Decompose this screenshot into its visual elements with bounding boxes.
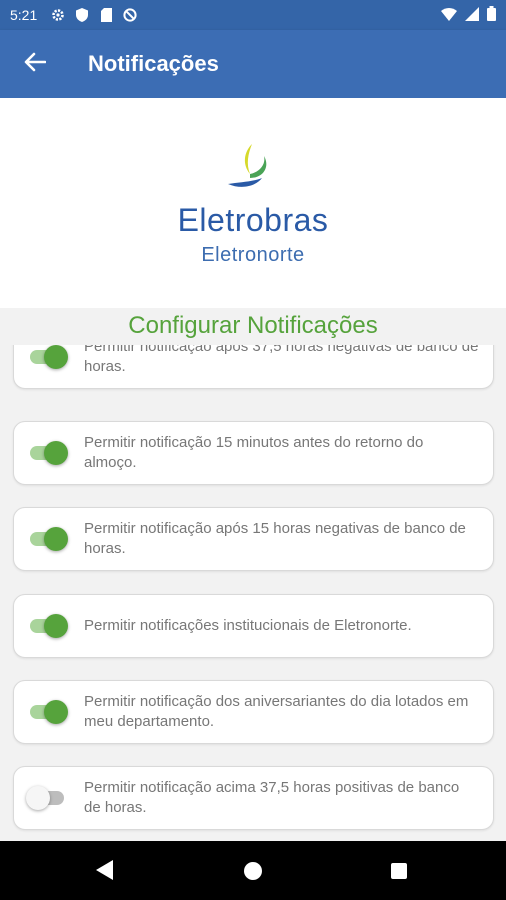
logo-area: Eletrobras Eletronorte [0, 98, 506, 308]
status-time: 5:21 [10, 7, 38, 23]
notification-card: Permitir notificação após 15 horas negat… [13, 507, 494, 571]
status-bar: 5:21 [0, 0, 506, 30]
home-circle-icon[interactable] [244, 862, 262, 880]
notification-label: Permitir notificação após 37,5 horas neg… [84, 345, 479, 375]
sd-card-icon [99, 8, 113, 22]
wifi-icon [441, 7, 457, 24]
notification-label: Permitir notificação após 15 horas negat… [84, 520, 466, 557]
notification-toggle[interactable] [28, 614, 68, 638]
notification-label: Permitir notificações institucionais de … [84, 617, 412, 634]
notification-toggle[interactable] [28, 527, 68, 551]
notification-list[interactable]: Permitir notificação após 37,5 horas neg… [0, 345, 506, 841]
notification-toggle[interactable] [26, 786, 68, 810]
notification-label: Permitir notificação dos aniversariantes… [84, 693, 469, 730]
eletrobras-logo-icon [222, 142, 278, 198]
brand-subname: Eletronorte [201, 244, 305, 266]
gear-icon [51, 8, 65, 22]
recent-square-icon[interactable] [391, 863, 407, 879]
back-button[interactable] [10, 39, 60, 89]
notification-card: Permitir notificação após 37,5 horas neg… [13, 345, 494, 389]
section-title: Configurar Notificações [128, 312, 378, 339]
notification-label: Permitir notificação acima 37,5 horas po… [84, 779, 460, 816]
battery-icon [487, 6, 496, 24]
back-triangle-icon[interactable] [96, 860, 113, 880]
notification-toggle[interactable] [28, 345, 68, 369]
signal-icon [465, 6, 479, 24]
shield-icon [75, 8, 89, 22]
notification-label: Permitir notificação 15 minutos antes do… [84, 434, 424, 471]
notification-card: Permitir notificação dos aniversariantes… [13, 680, 494, 744]
notification-toggle[interactable] [28, 700, 68, 724]
no-disturb-icon [123, 8, 137, 22]
notification-card: Permitir notificação 15 minutos antes do… [13, 421, 494, 485]
page-title: Notificações [88, 51, 219, 76]
notification-toggle[interactable] [28, 441, 68, 465]
system-nav-bar [0, 841, 506, 900]
brand-name: Eletrobras [177, 202, 329, 238]
notification-card: Permitir notificações institucionais de … [13, 594, 494, 658]
notification-card: Permitir notificação acima 37,5 horas po… [13, 766, 494, 830]
arrow-left-icon [24, 52, 47, 77]
app-bar: Notificações [0, 30, 506, 98]
